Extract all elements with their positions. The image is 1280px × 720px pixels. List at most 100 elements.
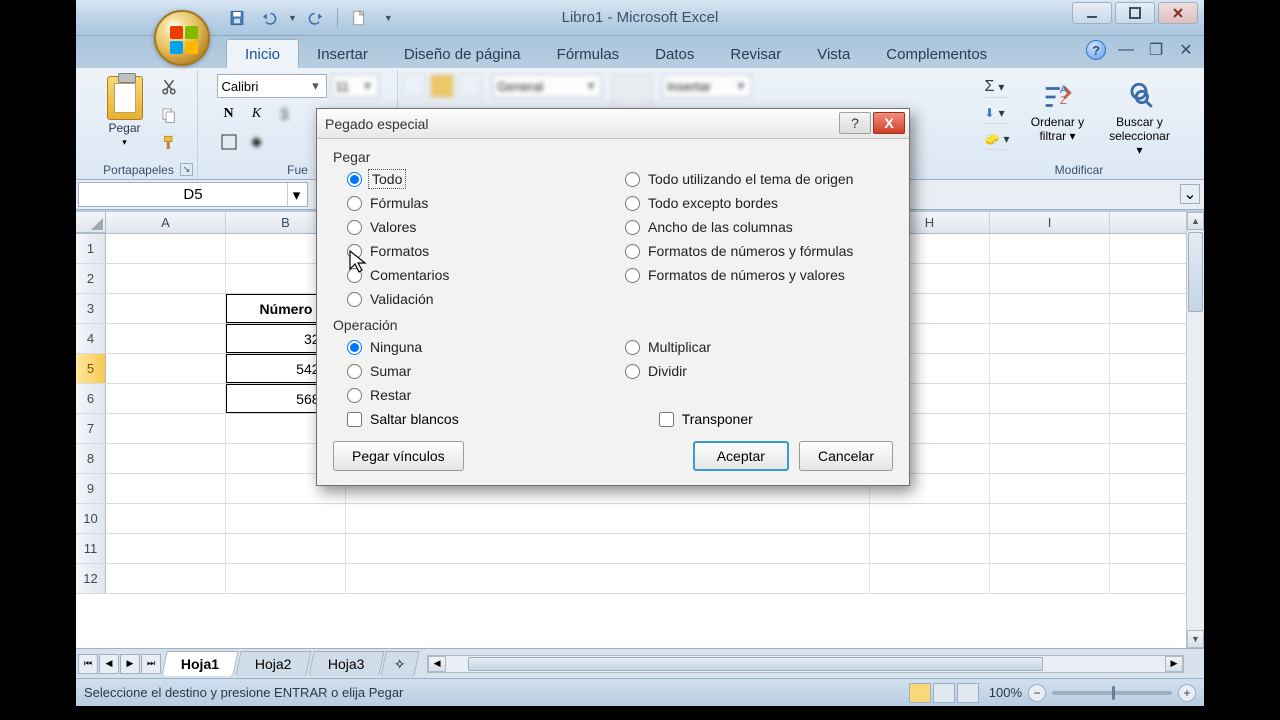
- operation-option-radio[interactable]: Multiplicar: [625, 339, 893, 355]
- cell[interactable]: [990, 234, 1110, 263]
- operation-option-radio[interactable]: Sumar: [347, 363, 615, 379]
- tab-revisar[interactable]: Revisar: [712, 40, 799, 68]
- name-box[interactable]: D5 ▾: [78, 182, 308, 207]
- view-pagebreak-icon[interactable]: [957, 683, 979, 703]
- format-painter-icon[interactable]: [158, 132, 180, 154]
- cancel-button[interactable]: Cancelar: [799, 441, 893, 471]
- paste-option-radio[interactable]: Formatos: [347, 243, 615, 259]
- row-header[interactable]: 1: [76, 234, 106, 263]
- help-icon[interactable]: ?: [1086, 40, 1106, 60]
- clear-button[interactable]: 🧽 ▾: [985, 128, 1010, 150]
- italic-button[interactable]: K: [245, 102, 269, 126]
- row-header[interactable]: 7: [76, 414, 106, 443]
- fill-button[interactable]: ⬇ ▾: [985, 102, 1010, 124]
- find-select-button[interactable]: Buscar y seleccionar ▾: [1105, 74, 1173, 157]
- underline-button[interactable]: S: [273, 102, 297, 126]
- copy-icon[interactable]: [158, 104, 180, 126]
- operation-option-radio[interactable]: Restar: [347, 387, 615, 403]
- cell[interactable]: [990, 384, 1110, 413]
- cell[interactable]: [870, 504, 990, 533]
- row-header[interactable]: 4: [76, 324, 106, 353]
- ok-button[interactable]: Aceptar: [693, 441, 789, 471]
- sheet-nav-next-icon[interactable]: ▶: [120, 654, 140, 674]
- cell[interactable]: [346, 534, 870, 563]
- cell[interactable]: [106, 534, 226, 563]
- view-normal-icon[interactable]: [909, 683, 931, 703]
- operation-option-radio[interactable]: Dividir: [625, 363, 893, 379]
- cell[interactable]: [990, 564, 1110, 593]
- paste-option-radio[interactable]: Fórmulas: [347, 195, 615, 211]
- cell[interactable]: [106, 294, 226, 323]
- new-doc-icon[interactable]: [346, 5, 372, 31]
- cell[interactable]: [106, 354, 226, 383]
- cell[interactable]: [990, 444, 1110, 473]
- cell[interactable]: [990, 324, 1110, 353]
- paste-links-button[interactable]: Pegar vínculos: [333, 441, 464, 471]
- dialog-close-icon[interactable]: X: [873, 112, 905, 134]
- sheet-tab[interactable]: Hoja3: [308, 651, 384, 676]
- formula-bar-expand-icon[interactable]: ⌄: [1180, 184, 1200, 204]
- cell[interactable]: [106, 264, 226, 293]
- cell[interactable]: [226, 564, 346, 593]
- font-name-combo[interactable]: Calibri▾: [217, 74, 327, 98]
- paste-option-radio[interactable]: Comentarios: [347, 267, 615, 283]
- cell[interactable]: [226, 504, 346, 533]
- operation-option-radio[interactable]: [625, 387, 893, 403]
- row-header[interactable]: 5: [76, 354, 106, 383]
- paste-option-radio[interactable]: Formatos de números y fórmulas: [625, 243, 893, 259]
- cell[interactable]: [106, 564, 226, 593]
- paste-option-radio[interactable]: [625, 291, 893, 307]
- cell[interactable]: [106, 414, 226, 443]
- row-header[interactable]: 2: [76, 264, 106, 293]
- number-format-combo[interactable]: General▾: [492, 74, 602, 98]
- row-header[interactable]: 11: [76, 534, 106, 563]
- zoom-in-button[interactable]: +: [1178, 684, 1196, 702]
- border-button[interactable]: [217, 130, 241, 154]
- save-icon[interactable]: [224, 5, 250, 31]
- dialog-help-icon[interactable]: ?: [839, 112, 871, 134]
- col-header[interactable]: I: [990, 212, 1110, 233]
- bold-button[interactable]: N: [217, 102, 241, 126]
- cell[interactable]: [870, 564, 990, 593]
- new-sheet-button[interactable]: ✧: [381, 651, 420, 677]
- close-button[interactable]: [1158, 2, 1198, 24]
- select-all-corner[interactable]: [76, 212, 106, 233]
- sheet-nav-prev-icon[interactable]: ◀: [99, 654, 119, 674]
- cell[interactable]: [990, 414, 1110, 443]
- cells-insert-combo[interactable]: Insertar▾: [662, 74, 752, 98]
- tab-inicio[interactable]: Inicio: [226, 39, 299, 68]
- paste-option-radio[interactable]: Ancho de las columnas: [625, 219, 893, 235]
- cell[interactable]: [990, 534, 1110, 563]
- maximize-button[interactable]: [1115, 2, 1155, 24]
- operation-option-radio[interactable]: Ninguna: [347, 339, 615, 355]
- zoom-slider[interactable]: [1052, 691, 1172, 695]
- paste-button[interactable]: Pegar ▾: [98, 72, 152, 160]
- view-layout-icon[interactable]: [933, 683, 955, 703]
- tab-datos[interactable]: Datos: [637, 40, 712, 68]
- vertical-scrollbar[interactable]: ▲▼: [1186, 212, 1204, 648]
- cell[interactable]: [106, 474, 226, 503]
- minimize-button[interactable]: [1072, 2, 1112, 24]
- sheet-tab[interactable]: Hoja1: [161, 651, 238, 676]
- row-header[interactable]: 9: [76, 474, 106, 503]
- row-header[interactable]: 8: [76, 444, 106, 473]
- row-header[interactable]: 12: [76, 564, 106, 593]
- cell[interactable]: [990, 354, 1110, 383]
- cell[interactable]: [106, 324, 226, 353]
- col-header[interactable]: A: [106, 212, 226, 233]
- cell[interactable]: [106, 234, 226, 263]
- font-size-combo[interactable]: 11▾: [331, 74, 379, 98]
- ribbon-restore-icon[interactable]: ❐: [1146, 40, 1166, 60]
- cut-icon[interactable]: [158, 76, 180, 98]
- transpose-checkbox[interactable]: Transponer: [659, 411, 753, 427]
- office-button[interactable]: [154, 10, 210, 66]
- autosum-button[interactable]: Σ ▾: [985, 76, 1010, 98]
- skip-blanks-checkbox[interactable]: Saltar blancos: [347, 411, 459, 427]
- paste-option-radio[interactable]: Valores: [347, 219, 615, 235]
- cell[interactable]: [346, 504, 870, 533]
- sheet-nav-last-icon[interactable]: ⏭: [141, 654, 161, 674]
- paste-option-radio[interactable]: Validación: [347, 291, 615, 307]
- undo-icon[interactable]: [256, 5, 282, 31]
- cell[interactable]: [990, 264, 1110, 293]
- dialog-title-bar[interactable]: Pegado especial ? X: [317, 109, 909, 139]
